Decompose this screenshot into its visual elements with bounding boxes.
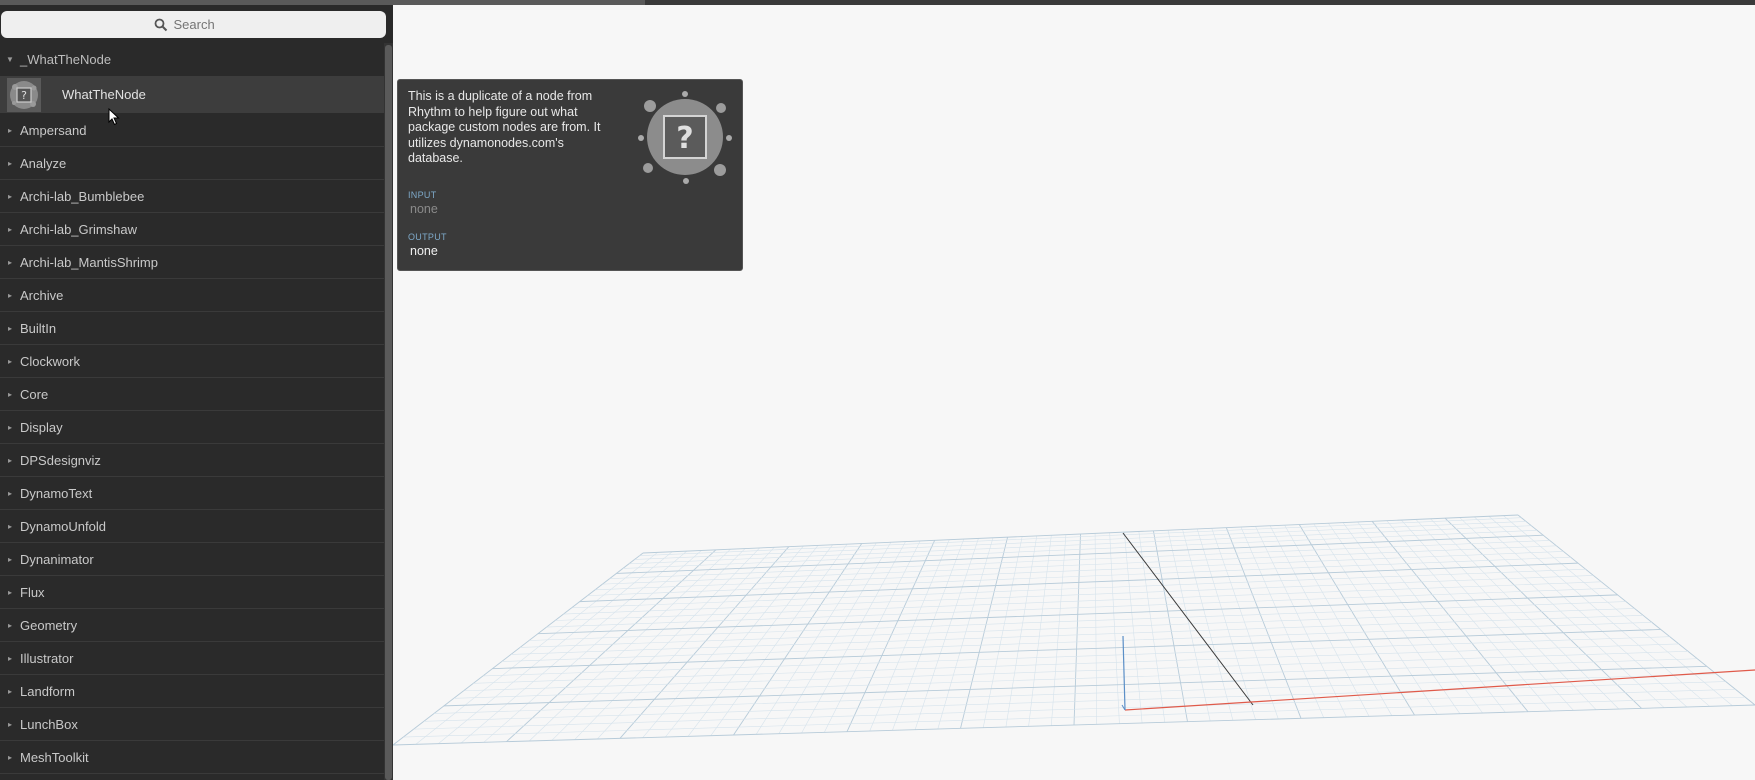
caret-right-icon: ▸ <box>7 587 12 597</box>
caret-right-icon: ▸ <box>7 323 12 333</box>
category-label: Flux <box>20 584 45 600</box>
search-input[interactable] <box>173 17 234 32</box>
category-label: Illustrator <box>20 650 74 666</box>
category-label: Dynanimator <box>20 551 94 567</box>
tooltip-description: This is a duplicate of a node from Rhyth… <box>408 89 601 165</box>
scrollbar-thumb[interactable] <box>385 45 392 780</box>
category-item[interactable]: ▸ BuiltIn <box>0 312 384 345</box>
input-section-label: INPUT <box>408 190 437 200</box>
caret-right-icon: ▸ <box>7 290 12 300</box>
category-label: Archi-lab_MantisShrimp <box>20 254 158 270</box>
category-item[interactable]: ▸ DPSdesignviz <box>0 444 384 477</box>
caret-right-icon: ▸ <box>7 224 12 234</box>
caret-right-icon: ▸ <box>7 356 12 366</box>
category-item[interactable]: ▸ Analyze <box>0 147 384 180</box>
caret-right-icon: ▸ <box>7 620 12 630</box>
category-item[interactable]: ▸ Archive <box>0 279 384 312</box>
node-tooltip: This is a duplicate of a node from Rhyth… <box>397 79 743 271</box>
svg-text:?: ? <box>676 121 693 156</box>
category-label: BuiltIn <box>20 320 57 336</box>
caret-right-icon: ▸ <box>7 719 12 729</box>
category-item[interactable]: ▸ Archi-lab_MantisShrimp <box>0 246 384 279</box>
whatthenode-icon: ? <box>638 91 732 184</box>
output-value: none <box>410 244 438 258</box>
category-item[interactable]: ▸ Illustrator <box>0 642 384 675</box>
caret-right-icon: ▸ <box>7 521 12 531</box>
library-category-list: ▼ _WhatTheNode ? WhatTheNode ▸ Ampersand ▸… <box>0 43 384 774</box>
category-label: _WhatTheNode <box>20 52 112 67</box>
category-item[interactable]: ▸ DynamoText <box>0 477 384 510</box>
node-item-label: WhatTheNode <box>62 87 146 102</box>
caret-right-icon: ▸ <box>7 752 12 762</box>
caret-right-icon: ▸ <box>7 422 12 432</box>
caret-right-icon: ▸ <box>7 488 12 498</box>
caret-right-icon: ▸ <box>7 653 12 663</box>
category-container: ▸ Ampersand ▸ Analyze ▸ Archi-lab_Bumblebee ▸ A… <box>0 114 384 774</box>
category-label: Analyze <box>20 155 67 171</box>
caret-right-icon: ▸ <box>7 554 12 564</box>
caret-right-icon: ▸ <box>7 158 12 168</box>
svg-text:?: ? <box>21 89 27 102</box>
category-label: DPSdesignviz <box>20 452 101 468</box>
category-label: Geometry <box>20 617 78 633</box>
caret-right-icon: ▸ <box>7 257 12 267</box>
category-item[interactable]: ▸ LunchBox <box>0 708 384 741</box>
category-label: Core <box>20 386 49 402</box>
category-label: MeshToolkit <box>20 749 89 765</box>
library-sidebar: ▼ _WhatTheNode ? WhatTheNode ▸Ampersand▸… <box>0 5 393 780</box>
category-label: DynamoText <box>20 485 93 501</box>
category-label: Ampersand <box>20 122 87 138</box>
category-item[interactable]: ▸ Flux <box>0 576 384 609</box>
category-whatthenode[interactable]: ▼ _WhatTheNode <box>0 43 384 76</box>
caret-right-icon: ▸ <box>7 686 12 696</box>
node-item-whatthenode[interactable]: ? WhatTheNode <box>0 76 384 114</box>
category-label: Archi-lab_Grimshaw <box>20 221 138 237</box>
category-item[interactable]: ▸ MeshToolkit <box>0 741 384 774</box>
output-section-label: OUTPUT <box>408 232 447 242</box>
category-item[interactable]: ▸ Core <box>0 378 384 411</box>
category-label: Archi-lab_Bumblebee <box>20 188 145 204</box>
category-label: Archive <box>20 287 64 303</box>
category-item[interactable]: ▸ Landform <box>0 675 384 708</box>
caret-right-icon: ▸ <box>7 125 12 135</box>
category-item[interactable]: ▸ Display <box>0 411 384 444</box>
category-item[interactable]: ▸ Dynanimator <box>0 543 384 576</box>
search-icon <box>154 18 167 31</box>
mouse-pointer-icon <box>108 108 120 126</box>
search-box[interactable] <box>1 11 386 38</box>
category-item[interactable]: ▸ Geometry <box>0 609 384 642</box>
category-label: Clockwork <box>20 353 80 369</box>
category-item[interactable]: ▸ Archi-lab_Grimshaw <box>0 213 384 246</box>
input-value: none <box>410 202 438 216</box>
category-label: Landform <box>20 683 75 699</box>
category-label: DynamoUnfold <box>20 518 106 534</box>
caret-right-icon: ▸ <box>7 389 12 399</box>
category-label: Display <box>20 419 63 435</box>
caret-right-icon: ▸ <box>7 191 12 201</box>
caret-down-icon: ▼ <box>6 55 14 64</box>
category-item[interactable]: ▸ Archi-lab_Bumblebee <box>0 180 384 213</box>
caret-right-icon: ▸ <box>7 455 12 465</box>
category-item[interactable]: ▸ Ampersand <box>0 114 384 147</box>
category-item[interactable]: ▸ Clockwork <box>0 345 384 378</box>
category-label: LunchBox <box>20 716 78 732</box>
category-item[interactable]: ▸ DynamoUnfold <box>0 510 384 543</box>
whatthenode-icon: ? <box>7 77 41 112</box>
